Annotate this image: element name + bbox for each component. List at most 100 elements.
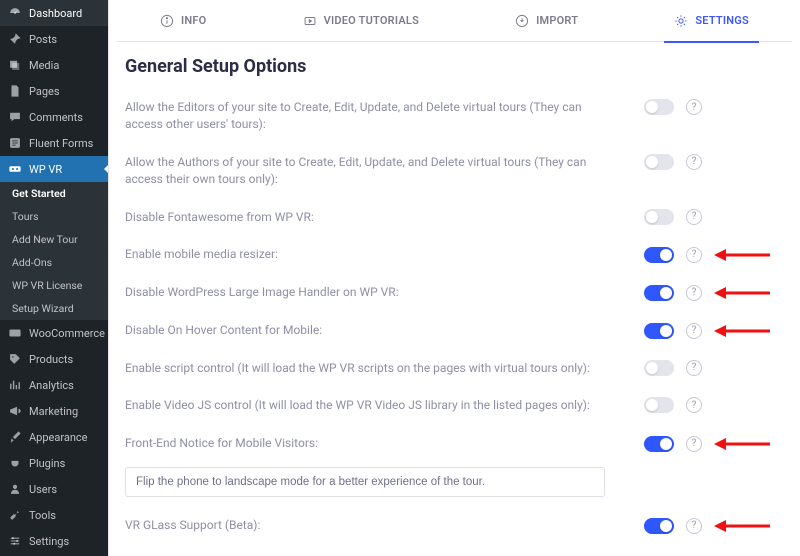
option-label: Allow the Authors of your site to Create… bbox=[125, 154, 634, 189]
annotation-arrow bbox=[714, 322, 770, 340]
page-title: General Setup Options bbox=[125, 56, 784, 77]
tab-info[interactable]: INFO bbox=[150, 0, 216, 42]
megaphone-icon bbox=[8, 404, 22, 418]
menu-fluentforms[interactable]: Fluent Forms bbox=[0, 130, 108, 156]
tab-label: IMPORT bbox=[536, 14, 578, 27]
annotation-arrow bbox=[714, 435, 770, 453]
option-label: Enable mobile media resizer: bbox=[125, 246, 634, 263]
user-icon bbox=[8, 482, 22, 496]
menu-analytics[interactable]: Analytics bbox=[0, 372, 108, 398]
main-panel: INFO VIDEO TUTORIALS IMPORT SETTINGS Gen… bbox=[108, 0, 800, 556]
tab-video[interactable]: VIDEO TUTORIALS bbox=[293, 0, 429, 42]
menu-woo[interactable]: WooCommerce bbox=[0, 320, 108, 346]
toggle[interactable] bbox=[644, 285, 674, 301]
tab-import[interactable]: IMPORT bbox=[505, 0, 588, 42]
option-vr-glass: VR GLass Support (Beta): ? bbox=[125, 511, 784, 549]
menu-label: Media bbox=[29, 59, 59, 72]
menu-label: Settings bbox=[29, 535, 69, 548]
tab-settings[interactable]: SETTINGS bbox=[664, 0, 759, 42]
help-icon[interactable]: ? bbox=[686, 436, 702, 452]
menu-label: Users bbox=[29, 483, 57, 496]
help-icon[interactable]: ? bbox=[686, 154, 702, 170]
menu-marketing[interactable]: Marketing bbox=[0, 398, 108, 424]
menu-users[interactable]: Users bbox=[0, 476, 108, 502]
menu-products[interactable]: Products bbox=[0, 346, 108, 372]
submenu-addnew[interactable]: Add New Tour bbox=[0, 228, 108, 251]
annotation-arrow bbox=[714, 246, 770, 264]
menu-label: Fluent Forms bbox=[29, 137, 93, 150]
chart-icon bbox=[8, 378, 22, 392]
option-row: Disable Fontawesome from WP VR:? bbox=[125, 203, 784, 240]
form-icon bbox=[8, 136, 22, 150]
pin-icon bbox=[8, 32, 22, 46]
menu-media[interactable]: Media bbox=[0, 52, 108, 78]
option-row: Allow the Authors of your site to Create… bbox=[125, 148, 784, 203]
menu-wpvr[interactable]: WP VR bbox=[0, 156, 108, 182]
menu-posts[interactable]: Posts bbox=[0, 26, 108, 52]
menu-comments[interactable]: Comments bbox=[0, 104, 108, 130]
menu-label: Dashboard bbox=[29, 7, 82, 20]
toggle[interactable] bbox=[644, 323, 674, 339]
toggle[interactable] bbox=[644, 360, 674, 376]
option-label: VR GLass Support (Beta): bbox=[125, 517, 634, 534]
option-row: Enable script control (It will load the … bbox=[125, 354, 784, 391]
mobile-notice-input[interactable] bbox=[125, 467, 605, 497]
help-icon[interactable]: ? bbox=[686, 247, 702, 263]
help-icon[interactable]: ? bbox=[686, 209, 702, 225]
tab-bar: INFO VIDEO TUTORIALS IMPORT SETTINGS bbox=[117, 0, 792, 42]
toggle[interactable] bbox=[644, 247, 674, 263]
menu-settings[interactable]: Settings bbox=[0, 528, 108, 554]
page-icon bbox=[8, 84, 22, 98]
option-row: Disable WordPress Large Image Handler on… bbox=[125, 278, 784, 316]
tab-label: VIDEO TUTORIALS bbox=[324, 14, 419, 27]
plug-icon bbox=[8, 456, 22, 470]
toggle[interactable] bbox=[644, 154, 674, 170]
help-icon[interactable]: ? bbox=[686, 285, 702, 301]
menu-label: Pages bbox=[29, 85, 60, 98]
vr-icon bbox=[8, 162, 22, 176]
tab-label: SETTINGS bbox=[695, 14, 749, 27]
submenu-addons[interactable]: Add-Ons bbox=[0, 251, 108, 274]
toggle[interactable] bbox=[644, 99, 674, 115]
wrench-icon bbox=[8, 508, 22, 522]
sliders-icon bbox=[8, 534, 22, 548]
import-icon bbox=[515, 14, 529, 28]
help-icon[interactable]: ? bbox=[686, 323, 702, 339]
option-row: Front-End Notice for Mobile Visitors:? bbox=[125, 429, 784, 467]
menu-label: WP VR bbox=[29, 163, 62, 176]
submenu-setup[interactable]: Setup Wizard bbox=[0, 297, 108, 320]
info-icon bbox=[160, 14, 174, 28]
submenu-getstarted[interactable]: Get Started bbox=[0, 182, 108, 205]
help-icon[interactable]: ? bbox=[686, 518, 702, 534]
help-icon[interactable]: ? bbox=[686, 360, 702, 376]
media-icon bbox=[8, 58, 22, 72]
menu-label: Appearance bbox=[29, 431, 88, 444]
rollback-row: Select a Version to Rollback 8.1.1 Rollb… bbox=[125, 549, 784, 556]
toggle[interactable] bbox=[644, 209, 674, 225]
menu-tools[interactable]: Tools bbox=[0, 502, 108, 528]
option-label: Disable Fontawesome from WP VR: bbox=[125, 209, 634, 226]
menu-label: Marketing bbox=[29, 405, 78, 418]
menu-label: Comments bbox=[29, 111, 83, 124]
menu-label: Products bbox=[29, 353, 73, 366]
play-icon bbox=[303, 14, 317, 28]
submenu-license[interactable]: WP VR License bbox=[0, 274, 108, 297]
menu-label: Tools bbox=[29, 509, 56, 522]
menu-dashboard[interactable]: Dashboard bbox=[0, 0, 108, 26]
products-icon bbox=[8, 352, 22, 366]
wp-admin-sidebar: Dashboard Posts Media Pages Comments Flu… bbox=[0, 0, 108, 556]
toggle-vr-glass[interactable] bbox=[644, 518, 674, 534]
option-row: Disable On Hover Content for Mobile:? bbox=[125, 316, 784, 354]
help-icon[interactable]: ? bbox=[686, 99, 702, 115]
option-label: Allow the Editors of your site to Create… bbox=[125, 99, 634, 134]
toggle[interactable] bbox=[644, 397, 674, 413]
toggle[interactable] bbox=[644, 436, 674, 452]
annotation-arrow bbox=[714, 284, 770, 302]
submenu-tours[interactable]: Tours bbox=[0, 205, 108, 228]
menu-pages[interactable]: Pages bbox=[0, 78, 108, 104]
menu-appearance[interactable]: Appearance bbox=[0, 424, 108, 450]
help-icon[interactable]: ? bbox=[686, 397, 702, 413]
gear-icon bbox=[674, 14, 688, 28]
menu-plugins[interactable]: Plugins bbox=[0, 450, 108, 476]
option-label: Front-End Notice for Mobile Visitors: bbox=[125, 435, 634, 452]
